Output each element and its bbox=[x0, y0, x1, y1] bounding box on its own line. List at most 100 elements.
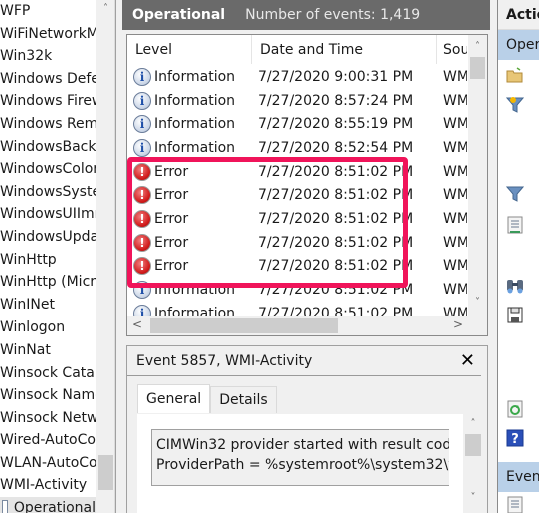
tree-item[interactable]: WLAN-AutoCo bbox=[0, 452, 96, 475]
source-cell: WMI bbox=[443, 210, 467, 227]
date-cell: 7/27/2020 8:51:02 PM bbox=[258, 234, 414, 251]
open-folder-icon[interactable] bbox=[506, 66, 524, 84]
log-tree[interactable]: WFP WiFiNetworkM Win32k Windows Defe Windows… bbox=[0, 0, 96, 513]
tree-item[interactable]: WindowsSyste bbox=[0, 181, 96, 204]
level-text: Error bbox=[154, 210, 189, 227]
close-icon[interactable]: ✕ bbox=[460, 350, 475, 371]
event-row[interactable]: !Error 7/27/2020 8:51:02 PM WMI bbox=[127, 255, 469, 279]
find-icon[interactable] bbox=[506, 277, 524, 295]
column-header-source[interactable]: Sou bbox=[437, 35, 467, 64]
tree-item[interactable]: WinINet bbox=[0, 294, 96, 317]
event-row[interactable]: iInformation 7/27/2020 8:57:24 PM WMI bbox=[127, 89, 469, 113]
scroll-left-icon[interactable]: < bbox=[132, 317, 142, 331]
actions-header: Actions bbox=[498, 0, 539, 30]
tab-general[interactable]: General bbox=[137, 384, 211, 413]
scroll-right-icon[interactable]: > bbox=[453, 317, 463, 331]
scroll-down-icon[interactable]: ˅ bbox=[463, 492, 483, 503]
scroll-thumb[interactable] bbox=[470, 57, 485, 79]
tree-item[interactable]: Win32k bbox=[0, 45, 96, 68]
tree-item[interactable]: WMI-Activity bbox=[0, 474, 96, 497]
tree-item[interactable]: Winsock Name bbox=[0, 384, 96, 407]
filter-icon[interactable] bbox=[506, 185, 524, 203]
level-cell: ! Error bbox=[127, 162, 252, 181]
tree-item-label: Operational bbox=[13, 500, 96, 513]
scroll-up-icon[interactable]: ˄ bbox=[96, 3, 115, 14]
level-text: Information bbox=[154, 139, 236, 156]
level-text: Information bbox=[154, 92, 236, 109]
tree-item-selected[interactable]: Operational bbox=[0, 497, 96, 513]
actions-section-event[interactable]: Event bbox=[498, 462, 539, 492]
info-icon: i bbox=[133, 67, 151, 86]
scroll-thumb[interactable] bbox=[465, 434, 481, 456]
column-header-level[interactable]: Level bbox=[127, 35, 252, 64]
event-message[interactable]: CIMWin32 provider started with result co… bbox=[151, 429, 449, 486]
scroll-thumb[interactable] bbox=[98, 455, 113, 490]
tree-item[interactable]: Wired-AutoCo bbox=[0, 429, 96, 452]
level-text: Error bbox=[154, 187, 189, 204]
tree-item[interactable]: WindowsColor bbox=[0, 158, 96, 181]
tree-item[interactable]: Windows Remo bbox=[0, 113, 96, 136]
refresh-icon[interactable] bbox=[506, 400, 524, 418]
event-properties-icon[interactable] bbox=[506, 496, 524, 513]
list-vertical-scrollbar[interactable]: ˄ ˅ bbox=[468, 35, 487, 317]
scroll-up-icon[interactable]: ˄ bbox=[468, 41, 487, 52]
level-cell: i Information bbox=[127, 67, 252, 86]
event-row[interactable]: iInformation 7/27/2020 8:55:19 PM WMI bbox=[127, 112, 469, 136]
tree-item[interactable]: WinHttp (Micro bbox=[0, 271, 96, 294]
level-cell: i Information bbox=[127, 281, 252, 300]
level-cell: i Information bbox=[127, 91, 252, 110]
tree-item[interactable]: Winsock Catalo bbox=[0, 362, 96, 385]
source-cell: WMI bbox=[443, 139, 467, 156]
event-row[interactable]: iInformation 7/27/2020 8:51:02 PM WMI bbox=[127, 278, 469, 302]
level-cell: ! Error bbox=[127, 233, 252, 252]
column-header-date[interactable]: Date and Time bbox=[252, 35, 437, 64]
tree-item[interactable]: WindowsUpda bbox=[0, 226, 96, 249]
event-row[interactable]: iInformation 7/27/2020 8:52:54 PM WMI bbox=[127, 136, 469, 160]
save-icon[interactable] bbox=[506, 306, 524, 324]
event-list-pane: Operational Number of events: 1,419 Leve… bbox=[122, 0, 490, 513]
event-detail-panel: Event 5857, WMI-Activity ✕ General Detai… bbox=[126, 345, 488, 513]
tree-item[interactable]: WFP bbox=[0, 0, 96, 23]
tree-item[interactable]: WindowsUIImr bbox=[0, 203, 96, 226]
detail-scrollbar[interactable]: ˄ ˅ bbox=[463, 414, 483, 513]
tree-item[interactable]: Windows Defe bbox=[0, 68, 96, 91]
tab-details[interactable]: Details bbox=[210, 386, 277, 413]
tree-scrollbar[interactable]: ˄ bbox=[96, 0, 115, 513]
pane-splitter[interactable] bbox=[490, 0, 498, 513]
list-horizontal-scrollbar[interactable]: < > bbox=[127, 316, 469, 335]
level-cell: ! Error bbox=[127, 186, 252, 205]
scroll-up-icon[interactable]: ˄ bbox=[463, 418, 483, 429]
level-text: Information bbox=[154, 282, 236, 299]
message-line: CIMWin32 provider started with result co… bbox=[156, 437, 449, 453]
source-cell: WMI bbox=[443, 282, 467, 299]
error-icon: ! bbox=[133, 186, 151, 205]
tree-item[interactable]: Winsock Netwo bbox=[0, 407, 96, 430]
tree-item[interactable]: WindowsBacku bbox=[0, 136, 96, 159]
tree-item[interactable]: WiFiNetworkM bbox=[0, 23, 96, 46]
level-cell: ! Error bbox=[127, 257, 252, 276]
date-cell: 7/27/2020 8:52:54 PM bbox=[258, 139, 414, 156]
tree-item[interactable]: WinHttp bbox=[0, 249, 96, 272]
help-icon[interactable]: ? bbox=[506, 429, 524, 447]
event-list[interactable]: Level Date and Time Sou i Information 7/27… bbox=[126, 34, 488, 336]
event-row[interactable]: !Error 7/27/2020 8:51:02 PM WMI bbox=[127, 231, 469, 255]
scroll-down-icon[interactable]: ˅ bbox=[468, 297, 487, 308]
pane-splitter[interactable] bbox=[115, 0, 122, 513]
tree-item[interactable]: Winlogon bbox=[0, 316, 96, 339]
error-icon: ! bbox=[133, 257, 151, 276]
tree-item[interactable]: WinNat bbox=[0, 339, 96, 362]
scroll-thumb[interactable] bbox=[150, 318, 338, 333]
source-cell: WMI bbox=[443, 258, 467, 275]
level-cell: i Information bbox=[127, 115, 252, 134]
error-icon: ! bbox=[133, 233, 151, 252]
message-line: ProviderPath = %systemroot%\system32\wb bbox=[156, 457, 449, 473]
event-row[interactable]: !Error 7/27/2020 8:51:02 PM WMI bbox=[127, 160, 469, 184]
tree-item[interactable]: Windows Firew bbox=[0, 90, 96, 113]
event-row[interactable]: !Error 7/27/2020 8:51:02 PM WMI bbox=[127, 183, 469, 207]
actions-section-operational[interactable]: Operational bbox=[498, 30, 539, 60]
date-cell: 7/27/2020 8:51:02 PM bbox=[258, 258, 414, 275]
event-row[interactable]: !Error 7/27/2020 8:51:02 PM WMI bbox=[127, 207, 469, 231]
event-row[interactable]: iInformation 7/27/2020 9:00:31 PM WMI bbox=[127, 65, 469, 89]
properties-icon[interactable] bbox=[506, 216, 524, 234]
filter-icon[interactable] bbox=[506, 96, 524, 114]
